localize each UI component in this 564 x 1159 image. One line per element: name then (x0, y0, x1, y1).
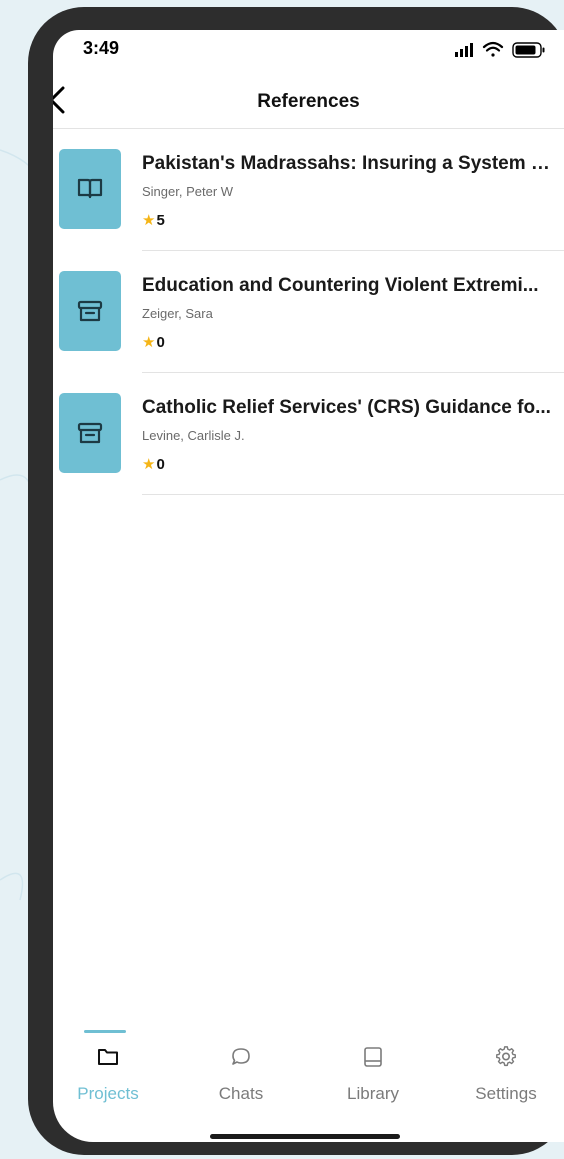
tab-library[interactable]: Library (318, 1020, 428, 1110)
reference-title: Education and Countering Violent Extremi… (142, 275, 539, 296)
tab-label: Projects (77, 1084, 139, 1103)
chat-bubble-icon (232, 1048, 250, 1065)
reference-icon-box (59, 149, 121, 229)
wifi-icon (482, 41, 504, 57)
status-icons (455, 41, 545, 58)
reference-icon-box (59, 271, 121, 351)
tab-label: Chats (218, 1084, 264, 1103)
reference-author: Zeiger, Sara (142, 306, 213, 321)
item-divider (142, 494, 564, 495)
reference-icon-box (59, 393, 121, 473)
status-time: 3:49 (83, 38, 120, 58)
page-title: References (257, 91, 360, 112)
archive-icon (77, 422, 103, 444)
navigation-bar: References (53, 74, 564, 130)
star-icon: ★ (142, 212, 156, 229)
phone-screen: 3:49 References Pakistan's Madrassahs: I… (53, 30, 564, 1142)
library-book-icon (364, 1047, 382, 1067)
gear-icon (496, 1046, 516, 1067)
tab-label: Library (347, 1084, 399, 1103)
folder-icon (98, 1049, 118, 1065)
reference-item[interactable]: Education and Countering Violent Extremi… (53, 251, 564, 373)
star-icon: ★ (142, 334, 156, 351)
rating-value: 0 (156, 334, 165, 351)
tab-bar: Projects Chats Library Settings (53, 1020, 564, 1120)
home-indicator[interactable] (210, 1134, 400, 1139)
reference-title: Pakistan's Madrassahs: Insuring a System… (142, 153, 554, 174)
rating-value: 5 (156, 212, 165, 229)
reference-title: Catholic Relief Services' (CRS) Guidance… (142, 397, 551, 418)
reference-author: Levine, Carlisle J. (142, 428, 245, 443)
reference-rating: ★0 (142, 333, 165, 351)
archive-icon (77, 300, 103, 322)
signal-icon (455, 43, 473, 57)
battery-icon (512, 42, 545, 58)
reference-item[interactable]: Catholic Relief Services' (CRS) Guidance… (53, 373, 564, 495)
reference-item[interactable]: Pakistan's Madrassahs: Insuring a System… (53, 129, 564, 251)
tab-projects[interactable]: Projects (53, 1020, 163, 1110)
rating-value: 0 (156, 456, 165, 473)
reference-author: Singer, Peter W (142, 184, 234, 199)
reference-rating: ★0 (142, 455, 165, 473)
status-bar: 3:49 (53, 30, 564, 74)
tab-chats[interactable]: Chats (186, 1020, 296, 1110)
tab-settings[interactable]: Settings (451, 1020, 561, 1110)
tab-label: Settings (475, 1084, 537, 1103)
star-icon: ★ (142, 456, 156, 473)
book-icon (77, 178, 103, 199)
reference-rating: ★5 (142, 211, 165, 229)
active-tab-indicator (84, 1030, 126, 1033)
